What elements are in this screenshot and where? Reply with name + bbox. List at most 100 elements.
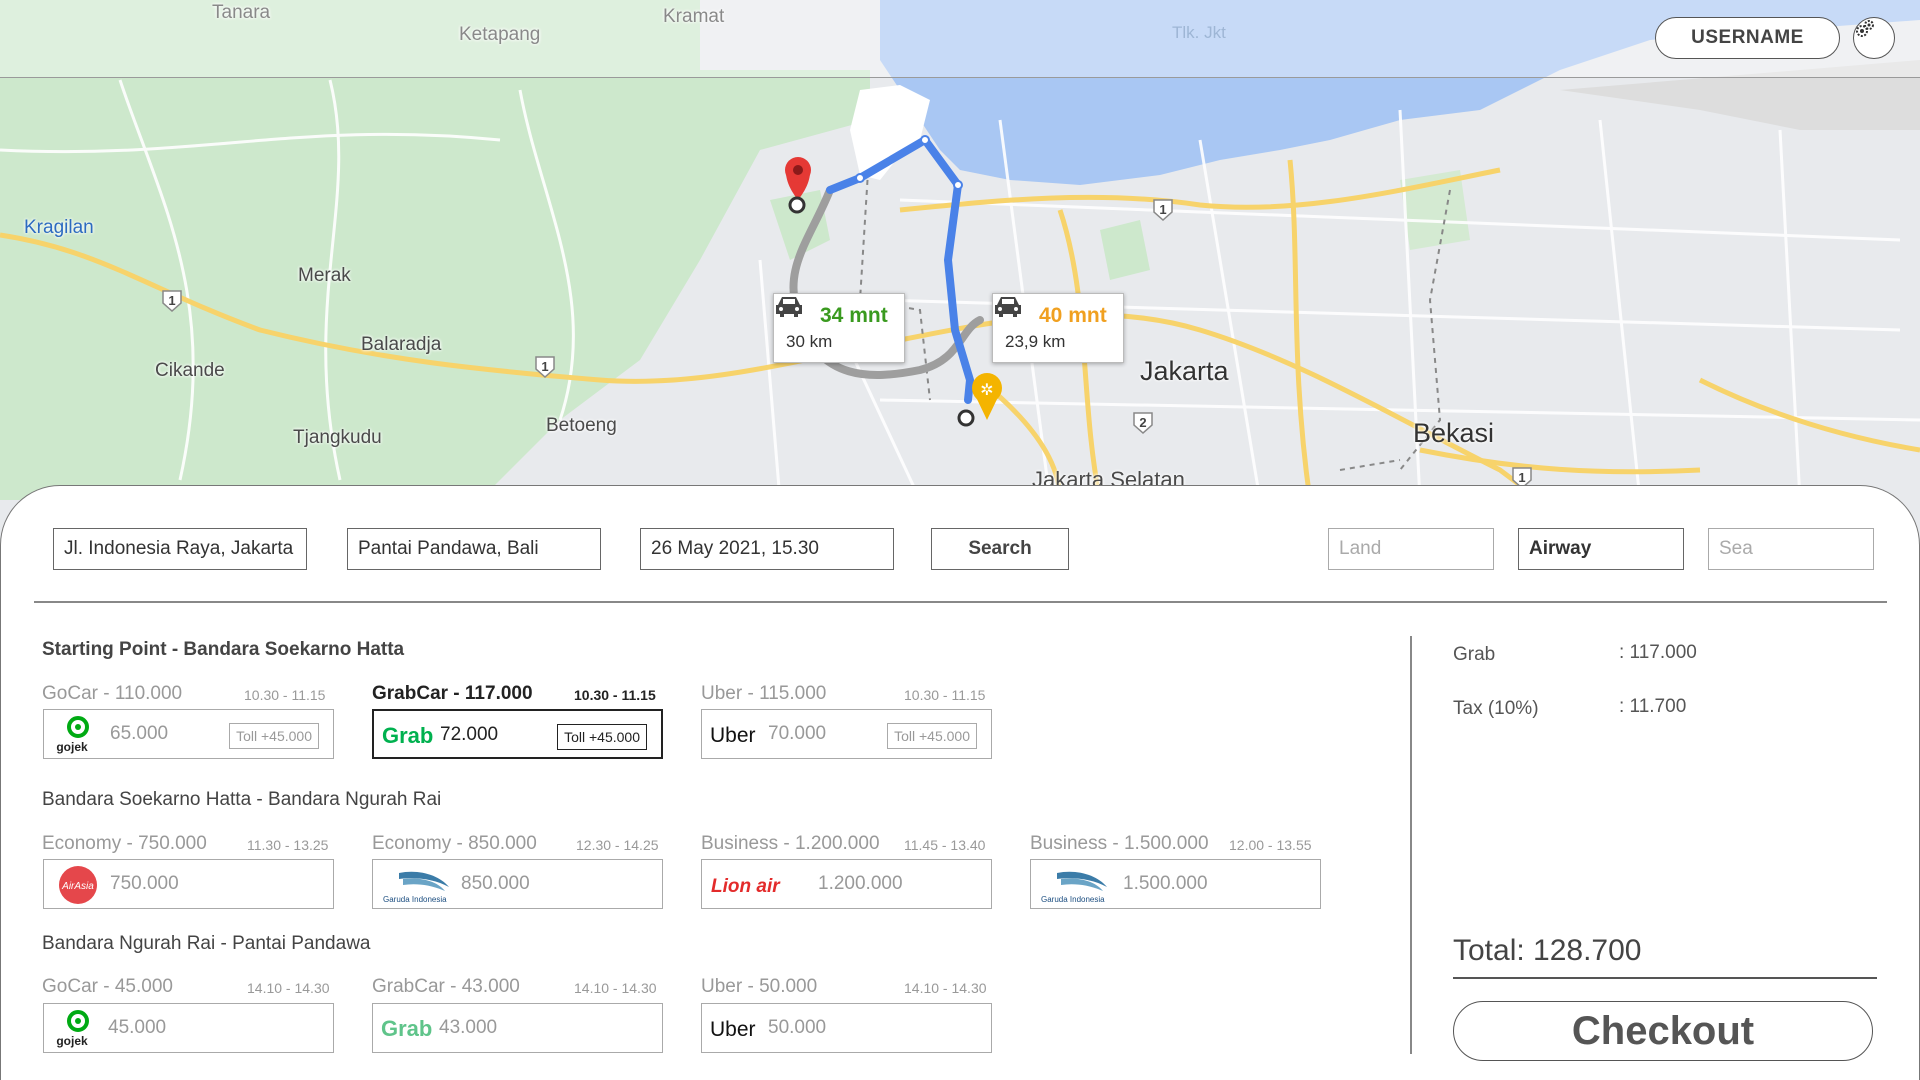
option-heading: Business - 1.500.000 [1030,833,1209,854]
option-heading: Uber - 50.000 [701,976,818,997]
option-price: 70.000 [768,723,827,744]
map-label: Cikande [155,360,225,381]
username-button[interactable]: USERNAME [1655,17,1840,59]
option-heading: GrabCar - 43.000 [372,976,520,997]
section-title: Bandara Ngurah Rai - Pantai Pandawa [42,933,371,954]
route-duration: 34 mnt [820,304,888,327]
transport-option-card[interactable]: Grab 43.000 [372,1003,663,1053]
garuda-logo-icon: Garuda Indonesia [1037,865,1137,905]
transport-option-card[interactable]: Uber 70.000 Toll +45.000 [701,709,992,759]
svg-text:Garuda Indonesia: Garuda Indonesia [1041,895,1105,904]
option-time: 10.30 - 11.15 [574,687,656,703]
map-label: Kragilan [24,217,94,238]
option-heading: GrabCar - 117.000 [372,683,533,704]
map-label: Tjangkudu [293,427,382,448]
svg-text:✲: ✲ [980,382,993,399]
svg-text:Garuda Indonesia: Garuda Indonesia [383,895,447,904]
svg-text:Lion air: Lion air [711,876,781,897]
option-time: 11.45 - 13.40 [904,837,986,853]
toll-badge: Toll +45.000 [229,723,319,749]
option-price: 65.000 [110,723,169,744]
lionair-logo-icon: Lion air [708,865,812,905]
option-time: 12.00 - 13.55 [1229,837,1312,853]
booking-panel: Jl. Indonesia Raya, Jakarta Pantai Panda… [0,485,1920,1080]
option-price: 1.200.000 [818,873,903,894]
map-label: Jakarta [1140,356,1229,386]
section-title: Starting Point - Bandara Soekarno Hatta [42,639,405,660]
option-time: 14.10 - 14.30 [247,980,330,996]
option-time: 14.10 - 14.30 [904,980,987,996]
mode-airway-tab[interactable]: Airway [1518,528,1684,570]
origin-input[interactable]: Jl. Indonesia Raya, Jakarta [53,528,307,570]
svg-text:gojek: gojek [56,1034,88,1048]
mode-land-tab[interactable]: Land [1328,528,1494,570]
road-badge: 1 [541,359,548,374]
option-price: 45.000 [108,1017,167,1038]
map-label: Betoeng [546,415,617,436]
checkout-button[interactable]: Checkout [1453,1001,1873,1061]
divider [1410,636,1412,1054]
route-duration: 40 mnt [1039,304,1107,327]
svg-text:Uber: Uber [710,724,756,747]
summary-label: Grab [1453,644,1496,665]
uber-logo-icon: Uber [708,715,764,755]
option-price: 850.000 [461,873,530,894]
total-amount: Total: 128.700 [1453,934,1642,967]
summary-value: : 117.000 [1619,642,1697,663]
flight-option-card[interactable]: AirAsia 750.000 [43,859,334,909]
search-button[interactable]: Search [931,528,1069,570]
option-time: 14.10 - 14.30 [574,980,657,996]
transport-option-card[interactable]: Uber 50.000 [701,1003,992,1053]
uber-logo-icon: Uber [708,1009,764,1049]
route-distance: 30 km [786,332,833,351]
map-label: Merak [298,265,351,286]
destination-input[interactable]: Pantai Pandawa, Bali [347,528,601,570]
option-time: 10.30 - 11.15 [244,687,326,703]
road-badge: 1 [1159,202,1166,217]
option-heading: Uber - 115.000 [701,683,827,704]
route-distance: 23,9 km [1005,332,1066,351]
route-info-box[interactable]: 40 mnt 23,9 km [992,293,1124,363]
road-badge: 2 [1139,415,1146,430]
svg-text:AirAsia: AirAsia [61,881,94,892]
mode-sea-tab[interactable]: Sea [1708,528,1874,570]
option-heading: Economy - 750.000 [42,833,207,854]
road-badge: 1 [168,293,175,308]
option-price: 750.000 [110,873,179,894]
grab-logo-icon: Grab [380,716,436,756]
section-title: Bandara Soekarno Hatta - Bandara Ngurah … [42,789,442,810]
svg-text:gojek: gojek [56,740,88,754]
svg-text:Uber: Uber [710,1018,756,1041]
option-price: 72.000 [440,724,499,745]
option-price: 43.000 [439,1017,498,1038]
transport-option-card[interactable]: gojek 65.000 Toll +45.000 [43,709,334,759]
top-bar [0,0,1920,78]
app-root: 1 1 1 2 1 ✲ Tanara Ketapang Kramat Tlk. … [0,0,1920,1080]
flight-option-card[interactable]: Lion air 1.200.000 [701,859,992,909]
option-heading: Business - 1.200.000 [701,833,880,854]
gojek-logo-icon: gojek [50,1009,106,1049]
route-info-box[interactable]: 34 mnt 30 km [773,293,905,363]
divider [1453,977,1877,979]
option-price: 50.000 [768,1017,827,1038]
gojek-logo-icon: gojek [50,715,106,755]
flight-option-card[interactable]: Garuda Indonesia 1.500.000 [1030,859,1321,909]
transport-option-card[interactable]: gojek 45.000 [43,1003,334,1053]
road-badge: 1 [1518,470,1525,485]
svg-text:Grab: Grab [381,1016,432,1041]
option-price: 1.500.000 [1123,873,1208,894]
datetime-input[interactable]: 26 May 2021, 15.30 [640,528,894,570]
option-time: 12.30 - 14.25 [576,837,659,853]
route-map[interactable]: 1 1 1 2 1 ✲ Tanara Ketapang Kramat Tlk. … [0,0,1920,500]
svg-text:Grab: Grab [382,723,433,748]
settings-icon [1856,20,1874,37]
summary-label: Tax (10%) [1453,698,1539,719]
flight-option-card[interactable]: Garuda Indonesia 850.000 [372,859,663,909]
option-heading: GoCar - 45.000 [42,976,173,997]
transport-option-card-selected[interactable]: Grab 72.000 Toll +45.000 [372,709,663,759]
car-icon [995,297,1021,317]
toll-badge: Toll +45.000 [557,724,647,750]
car-icon [776,297,802,317]
settings-button[interactable] [1853,17,1895,59]
option-time: 11.30 - 13.25 [247,837,329,853]
